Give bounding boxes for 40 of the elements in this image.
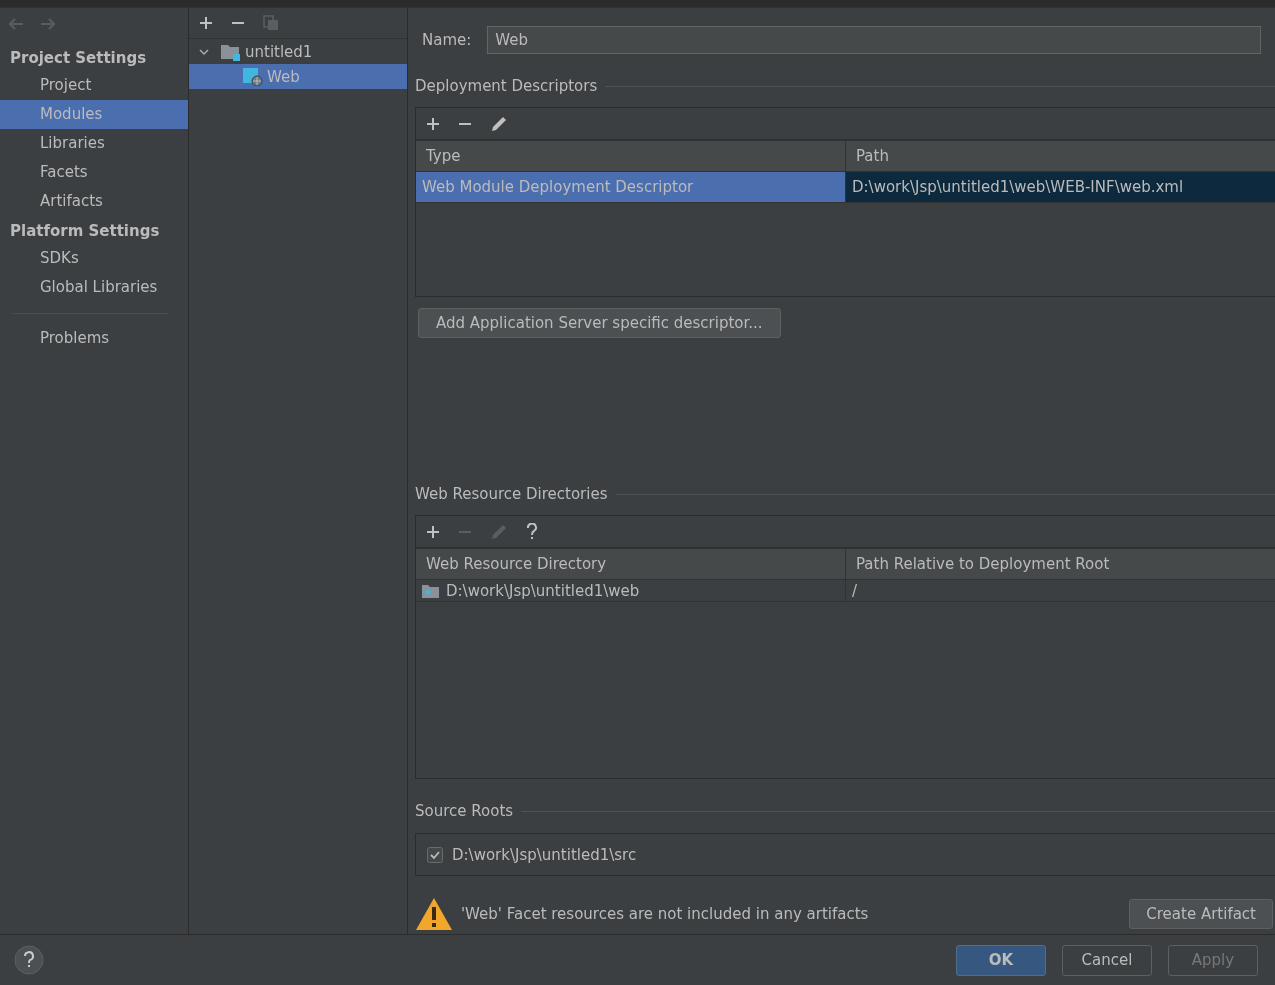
sidebar-item[interactable]: Global Libraries — [0, 273, 188, 302]
warning-message: 'Web' Facet resources are not included in any artifacts — [461, 905, 870, 923]
section-heading: Project Settings — [9, 48, 148, 69]
section-title: Web Resource Directories — [415, 485, 608, 503]
add-icon[interactable] — [426, 524, 440, 539]
sidebar-item[interactable]: Facets — [0, 158, 188, 187]
column-header[interactable]: Path — [846, 141, 1275, 171]
folder-icon — [422, 583, 440, 598]
folder-icon — [221, 42, 241, 61]
create-artifact-button[interactable]: Create Artifact — [1129, 899, 1273, 929]
table-cell[interactable]: / — [846, 580, 1275, 601]
table-cell[interactable]: D:\work\Jsp\untitled1\web — [416, 580, 846, 601]
name-label: Name: — [422, 31, 472, 49]
add-icon[interactable] — [199, 16, 213, 30]
source-root-path: D:\work\Jsp\untitled1\src — [452, 845, 637, 864]
sidebar-item[interactable]: SDKs — [0, 244, 188, 273]
add-icon[interactable] — [426, 116, 440, 131]
dialog-button[interactable]: Cancel — [1062, 944, 1152, 976]
checkbox[interactable] — [427, 846, 443, 863]
warning-icon — [415, 897, 453, 931]
column-header[interactable]: Path Relative to Deployment Root — [846, 549, 1275, 579]
help-icon[interactable] — [526, 523, 538, 540]
section-title: Source Roots — [415, 802, 514, 820]
column-header[interactable]: Type — [416, 141, 846, 171]
sidebar-item[interactable]: Project — [0, 71, 188, 100]
sidebar-item[interactable]: Libraries — [0, 129, 188, 158]
ok-button[interactable]: OK — [956, 944, 1046, 976]
add-descriptor-button[interactable]: Add Application Server specific descriptor... — [418, 308, 781, 338]
sidebar-item[interactable]: Problems — [0, 324, 188, 353]
table-cell[interactable]: D:\work\Jsp\untitled1\web\WEB-INF\web.xml — [846, 172, 1275, 202]
web-module-icon — [243, 67, 263, 86]
sidebar-item[interactable]: Artifacts — [0, 187, 188, 216]
name-field[interactable]: Web — [487, 26, 1261, 54]
help-icon[interactable] — [14, 945, 44, 975]
pencil-icon[interactable] — [490, 114, 508, 133]
chevron-icon[interactable] — [199, 47, 209, 56]
column-header[interactable]: Web Resource Directory — [416, 549, 846, 579]
section-title: Deployment Descriptors — [415, 77, 598, 95]
tree-item[interactable]: untitled1 — [189, 39, 407, 64]
section-heading: Platform Settings — [9, 221, 161, 242]
